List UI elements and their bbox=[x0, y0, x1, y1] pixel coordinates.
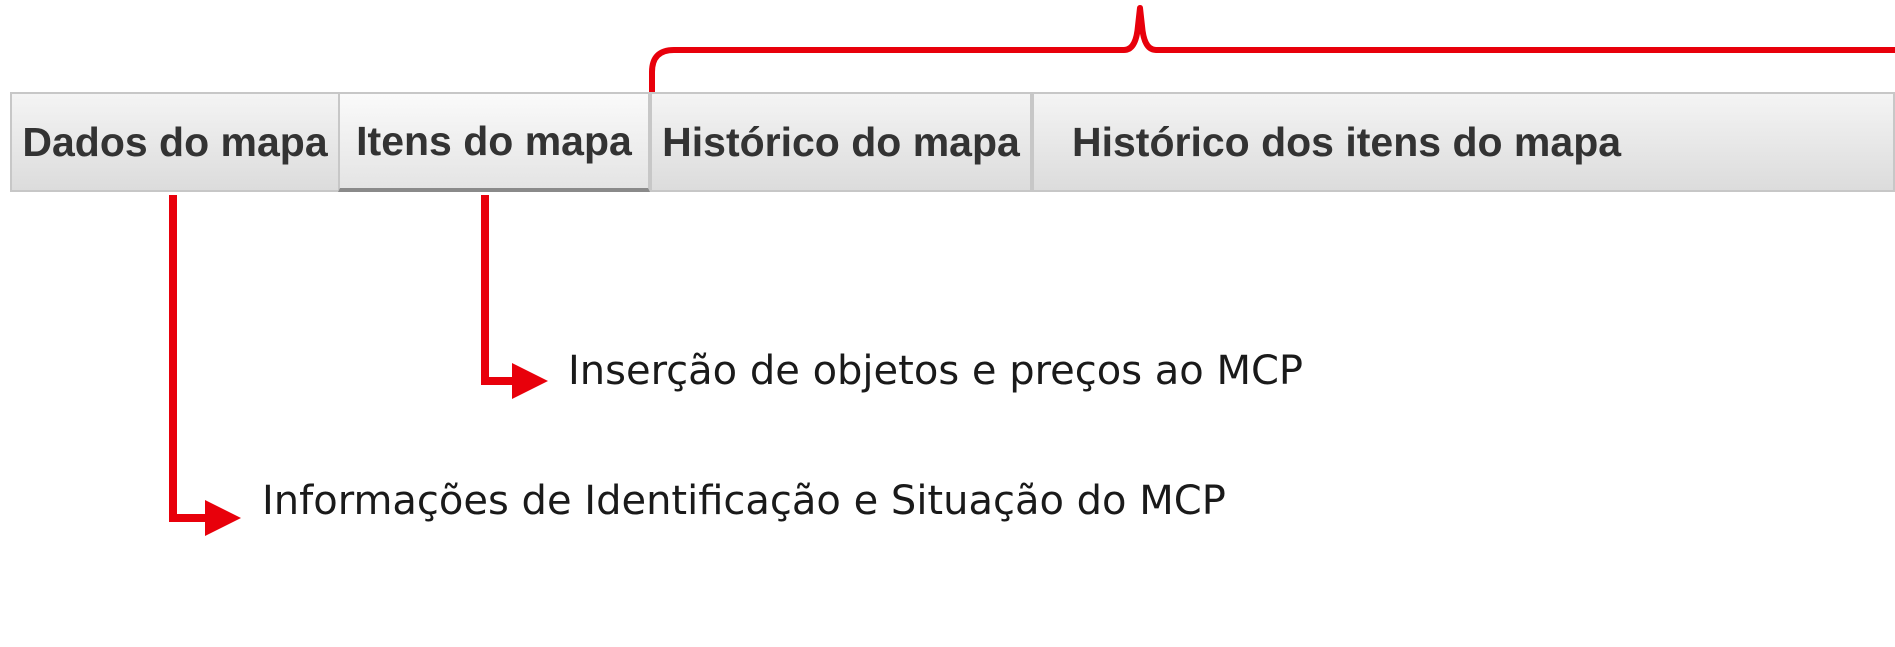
arrow-line-itens bbox=[481, 195, 515, 385]
brace-annotation bbox=[649, 5, 1895, 92]
annotation-overlay bbox=[169, 5, 1895, 536]
arrow-head-itens bbox=[512, 363, 548, 399]
annotation-dados-text: Informações de Identificação e Situação … bbox=[262, 478, 1226, 524]
annotation-itens-text: Inserção de objetos e preços ao MCP bbox=[568, 348, 1304, 394]
arrow-line-dados bbox=[169, 195, 208, 522]
arrow-head-dados bbox=[205, 500, 241, 536]
